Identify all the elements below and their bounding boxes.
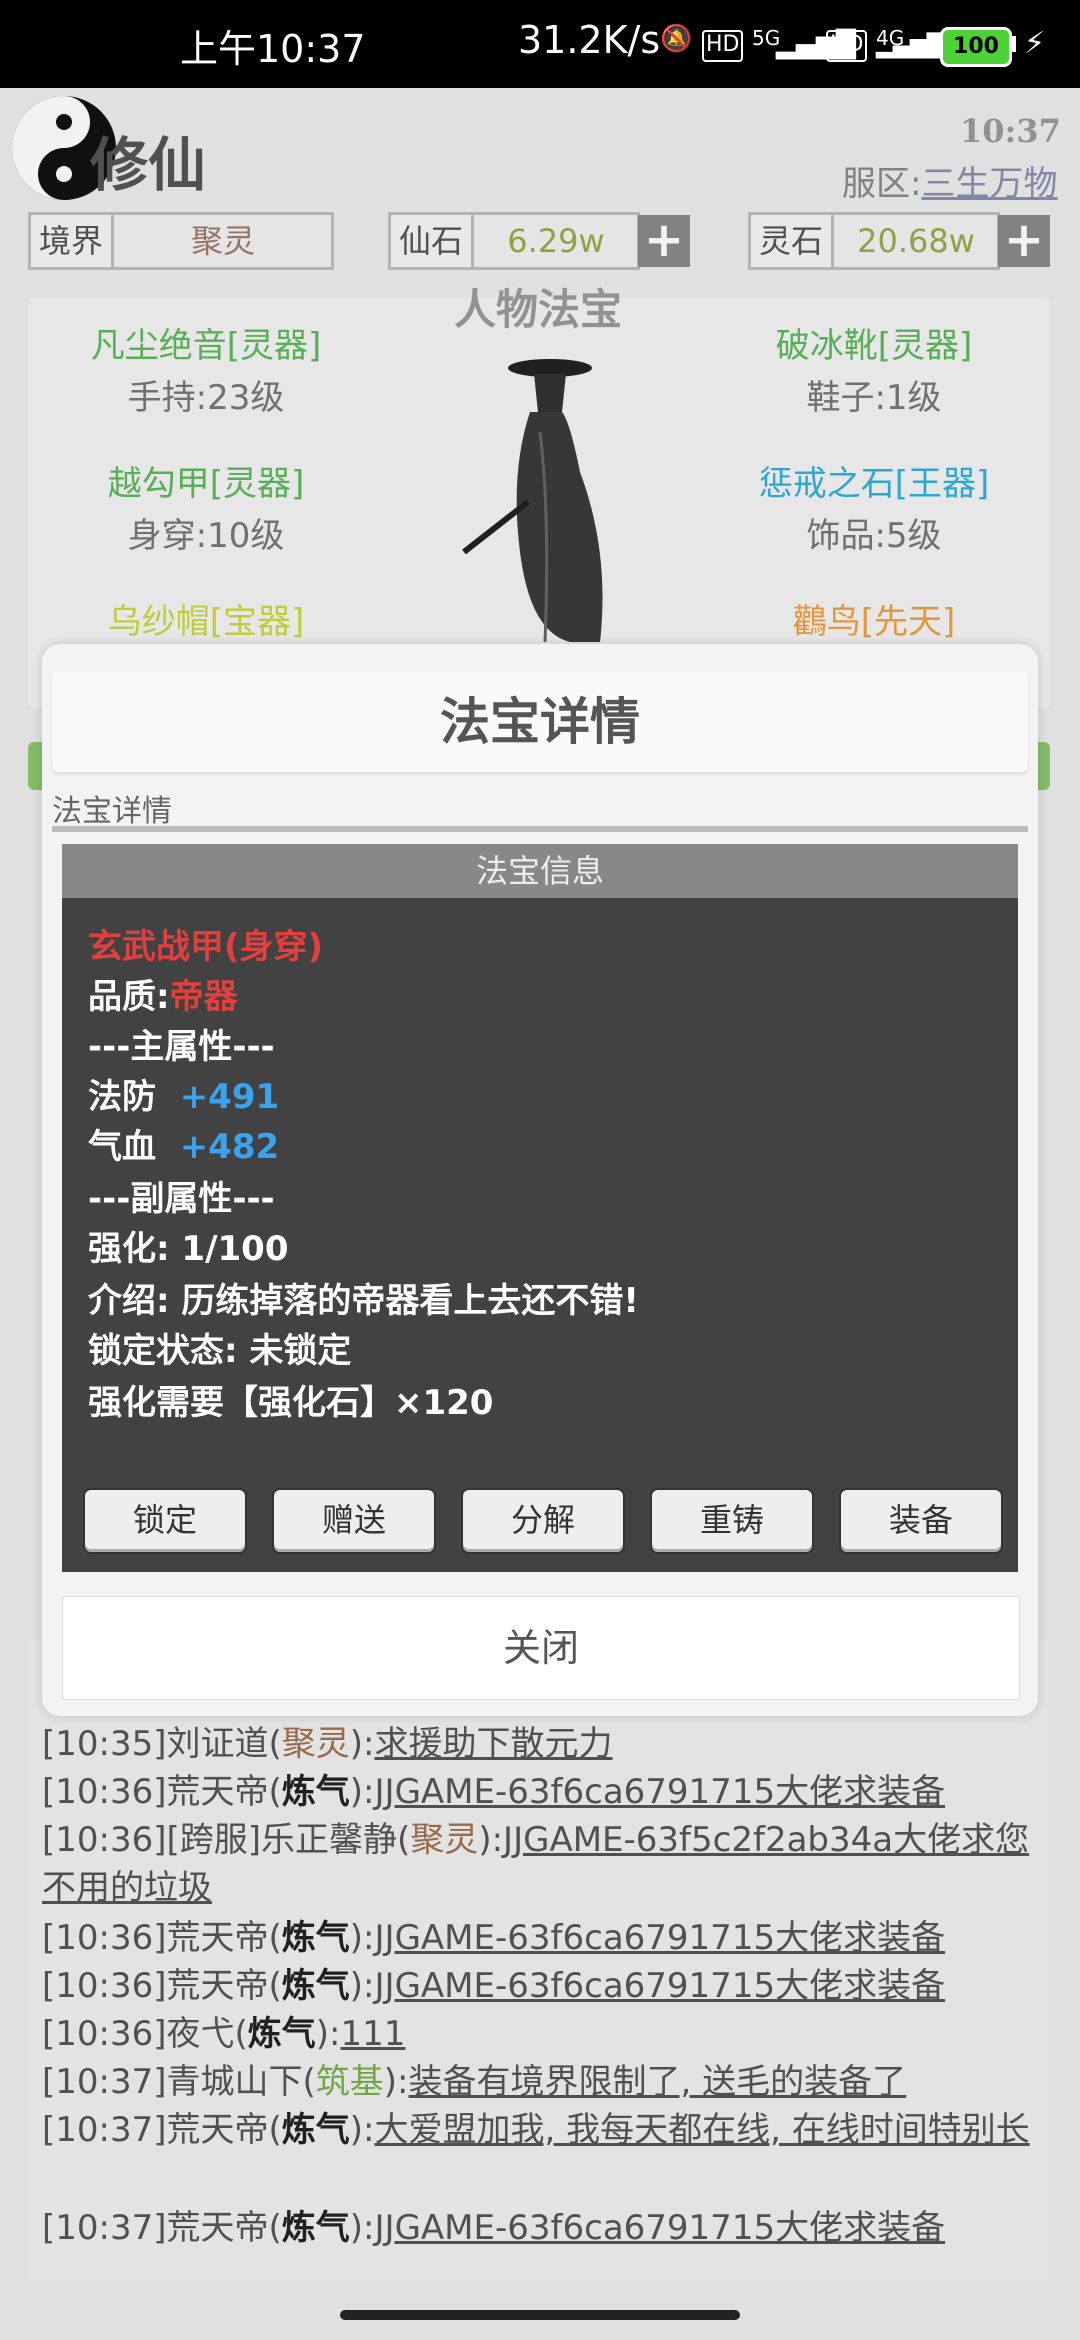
fafang-value: +491 xyxy=(179,1077,280,1117)
item-name: 玄武战甲(身穿) xyxy=(88,927,324,967)
enhance-row: 强化: 1/100 xyxy=(88,1229,289,1269)
close-button[interactable]: 关闭 xyxy=(62,1596,1020,1700)
quality-value: 帝器 xyxy=(169,977,238,1017)
fafang-label: 法防 xyxy=(88,1077,156,1117)
enhance-need-row: 强化需要【强化石】×120 xyxy=(88,1383,494,1423)
sub-attr-header: ---副属性--- xyxy=(88,1179,275,1219)
qixue-row: 气血 +482 xyxy=(88,1122,279,1172)
qixue-value: +482 xyxy=(179,1127,280,1167)
signal-icon-2: ▂▄▆█ xyxy=(876,34,944,59)
net-speed: 31.2K/s xyxy=(518,18,661,62)
modal-separator xyxy=(52,826,1028,832)
decompose-button[interactable]: 分解 xyxy=(461,1488,625,1554)
status-bar: 上午10:37 31.2K/s 🔕 HD 5G ▂▄▆█ HD 4G ▂▄▆█ … xyxy=(0,0,1080,88)
qixue-label: 气血 xyxy=(88,1127,156,1167)
main-attr-header: ---主属性--- xyxy=(88,1027,275,1067)
quality-row: 品质:帝器 xyxy=(88,972,238,1022)
gift-button[interactable]: 赠送 xyxy=(272,1488,436,1554)
lock-status-row: 锁定状态: 未锁定 xyxy=(88,1331,352,1371)
recast-button[interactable]: 重铸 xyxy=(650,1488,814,1554)
modal-title: 法宝详情 xyxy=(52,672,1028,772)
intro-row: 介绍: 历练掉落的帝器看上去还不错! xyxy=(88,1281,639,1321)
equip-button[interactable]: 装备 xyxy=(839,1488,1003,1554)
quality-label: 品质: xyxy=(88,977,170,1017)
hd-icon: HD xyxy=(702,30,744,62)
lock-button[interactable]: 锁定 xyxy=(83,1488,247,1554)
status-time: 上午10:37 xyxy=(180,27,366,71)
charging-icon: ⚡ xyxy=(1024,26,1046,61)
battery-tip xyxy=(1012,36,1016,52)
hd-icon-2: HD xyxy=(826,30,868,62)
mute-icon: 🔕 xyxy=(660,24,693,54)
fafang-row: 法防 +491 xyxy=(88,1072,279,1122)
home-indicator[interactable] xyxy=(340,2310,740,2320)
battery-icon: 100 xyxy=(940,27,1012,67)
modal-subtitle: 法宝详情 xyxy=(52,794,172,829)
info-header: 法宝信息 xyxy=(62,844,1018,898)
